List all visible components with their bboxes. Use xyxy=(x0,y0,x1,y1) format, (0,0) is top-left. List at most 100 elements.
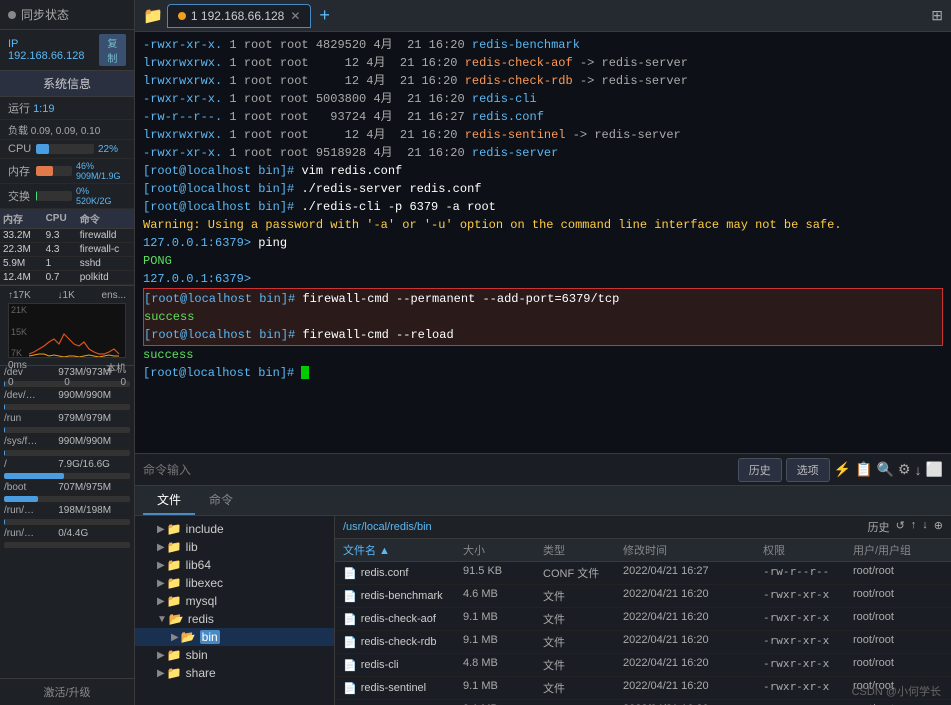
file-perm: -rwxr-xr-x xyxy=(763,634,853,650)
net-zeros: 000 xyxy=(8,377,126,388)
tree-item-label: libexec xyxy=(186,576,223,590)
col-size[interactable]: 大小 xyxy=(463,542,543,558)
file-size: 91.5 KB xyxy=(463,565,543,581)
terminal[interactable]: -rwxr-xr-x. 1 root root 4829520 4月 21 16… xyxy=(135,32,951,453)
file-type: CONF 文件 xyxy=(543,565,623,581)
copy-terminal-icon[interactable]: 📋 xyxy=(855,461,872,478)
file-date: 2022/04/21 16:20 xyxy=(623,588,763,604)
file-date: 2022/04/21 16:20 xyxy=(623,657,763,673)
file-size: 9.1 MB xyxy=(463,634,543,650)
proc-row: 22.3M4.3firewall-c xyxy=(0,243,134,257)
file-row[interactable]: 📄redis-server 9.1 MB 文件 2022/04/21 16:20… xyxy=(335,700,951,705)
col-type[interactable]: 类型 xyxy=(543,542,623,558)
tree-item[interactable]: ▶📁libexec xyxy=(135,574,334,592)
file-row[interactable]: 📄redis-check-aof 9.1 MB 文件 2022/04/21 16… xyxy=(335,608,951,631)
file-name: 📄redis-sentinel xyxy=(343,680,463,696)
file-type: 文件 xyxy=(543,680,623,696)
tree-item[interactable]: ▶📁lib64 xyxy=(135,556,334,574)
disk-path: /boot xyxy=(0,481,54,495)
proc-cmd: polkitd xyxy=(77,271,134,285)
term-ping: 127.0.0.1:6379> ping xyxy=(143,234,943,252)
file-user: root/root xyxy=(853,588,943,604)
disk-row: / 7.9G/16.6G xyxy=(0,458,134,472)
tab-close-icon[interactable]: ✕ xyxy=(290,9,300,23)
download-file-icon[interactable]: ↓ xyxy=(922,519,928,535)
file-icon: 📄 xyxy=(343,659,357,672)
disk-bar-row xyxy=(0,541,134,550)
folder-icon: 📁 xyxy=(167,522,182,536)
upload-icon[interactable]: ↑ xyxy=(911,519,917,535)
tree-item[interactable]: ▶📁lib xyxy=(135,538,334,556)
proc-mem: 5.9M xyxy=(0,257,43,271)
folder-icon: 📂 xyxy=(169,612,184,626)
tree-item[interactable]: ▶📁sbin xyxy=(135,646,334,664)
new-folder-icon[interactable]: ⊕ xyxy=(934,519,943,535)
file-date: 2022/04/21 16:20 xyxy=(623,680,763,696)
tree-item[interactable]: ▶📁share xyxy=(135,664,334,682)
file-row[interactable]: 📄redis.conf 91.5 KB CONF 文件 2022/04/21 1… xyxy=(335,562,951,585)
file-row[interactable]: 📄redis-cli 4.8 MB 文件 2022/04/21 16:20 -r… xyxy=(335,654,951,677)
history-button[interactable]: 历史 xyxy=(738,458,782,482)
tab-cmd[interactable]: 命令 xyxy=(195,486,247,515)
file-row[interactable]: 📄redis-benchmark 4.6 MB 文件 2022/04/21 16… xyxy=(335,585,951,608)
history-label[interactable]: 历史 xyxy=(868,519,890,535)
file-row[interactable]: 📄redis-check-rdb 9.1 MB 文件 2022/04/21 16… xyxy=(335,631,951,654)
tree-toggle: ▶ xyxy=(157,668,165,679)
search-icon[interactable]: 🔍 xyxy=(877,461,894,478)
file-name: 📄redis-benchmark xyxy=(343,588,463,604)
tree-item[interactable]: ▼📂 redis xyxy=(135,610,334,628)
disk-path: / xyxy=(0,458,54,472)
file-name: 📄redis-check-rdb xyxy=(343,634,463,650)
disk-avail: 707M/975M xyxy=(54,481,134,495)
copy-button[interactable]: 复制 xyxy=(99,34,126,66)
download-icon[interactable]: ↓ xyxy=(915,462,922,478)
file-tree: ▶📁include▶📁lib▶📁lib64▶📁libexec▶📁mysql▼📂r… xyxy=(135,516,335,705)
col-user[interactable]: 用户/用户组 xyxy=(853,542,943,558)
mem-bar-fill xyxy=(36,166,53,176)
tab-file[interactable]: 文件 xyxy=(143,486,195,515)
term-success2: success xyxy=(143,346,943,364)
disk-row: /sys/f… 990M/990M xyxy=(0,435,134,449)
file-name: 📄redis-cli xyxy=(343,657,463,673)
tab-grid-icon[interactable]: ⊞ xyxy=(931,7,943,24)
upgrade-label[interactable]: 激活/升级 xyxy=(0,678,134,705)
disk-row: /run 979M/979M xyxy=(0,412,134,426)
tree-item[interactable]: ▶📁mysql xyxy=(135,592,334,610)
disk-bar-row xyxy=(0,495,134,504)
disk-path: /run xyxy=(0,412,54,426)
term-final: [root@localhost bin]# xyxy=(143,364,943,382)
proc-cpu: 0.7 xyxy=(43,271,77,285)
tab-add-button[interactable]: + xyxy=(319,5,330,26)
file-size: 9.1 MB xyxy=(463,611,543,627)
disk-avail: 7.9G/16.6G xyxy=(54,458,134,472)
col-perm[interactable]: 权限 xyxy=(763,542,853,558)
disk-avail: 990M/990M xyxy=(54,389,134,403)
spark-canvas: 21K 15K 7K xyxy=(8,303,126,358)
fullscreen-icon[interactable]: ⬜ xyxy=(926,461,943,478)
term-line: lrwxrwxrwx. 1 root root 12 4月 21 16:20 r… xyxy=(143,72,943,90)
disk-avail: 979M/979M xyxy=(54,412,134,426)
file-date: 2022/04/21 16:20 xyxy=(623,634,763,650)
term-fw1: [root@localhost bin]# firewall-cmd --per… xyxy=(144,290,942,308)
tree-item[interactable]: ▶📁include xyxy=(135,520,334,538)
file-path: /usr/local/redis/bin xyxy=(343,521,432,533)
file-type: 文件 xyxy=(543,657,623,673)
tree-item-label: redis xyxy=(188,612,214,626)
tab-item[interactable]: 1 192.168.66.128 ✕ xyxy=(167,4,311,28)
options-button[interactable]: 选项 xyxy=(786,458,830,482)
refresh-icon[interactable]: ↺ xyxy=(896,519,905,535)
folder-icon: 📁 xyxy=(167,648,182,662)
settings-icon[interactable]: ⚙ xyxy=(898,461,911,478)
cpu-bar-bg xyxy=(36,144,94,154)
command-input[interactable] xyxy=(143,463,734,477)
tree-toggle: ▼ xyxy=(157,614,167,625)
tree-item-label: sbin xyxy=(186,648,208,662)
col-date[interactable]: 修改时间 xyxy=(623,542,763,558)
disk-path: /sys/f… xyxy=(0,435,54,449)
folder-icon: 📁 xyxy=(167,558,182,572)
tree-item[interactable]: ▶📂bin xyxy=(135,628,334,646)
lightning-icon[interactable]: ⚡ xyxy=(834,461,851,478)
file-path-bar: /usr/local/redis/bin 历史 ↺ ↑ ↓ ⊕ xyxy=(335,516,951,539)
col-filename[interactable]: 文件名 ▲ xyxy=(343,542,463,558)
file-icon: 📄 xyxy=(343,613,357,626)
